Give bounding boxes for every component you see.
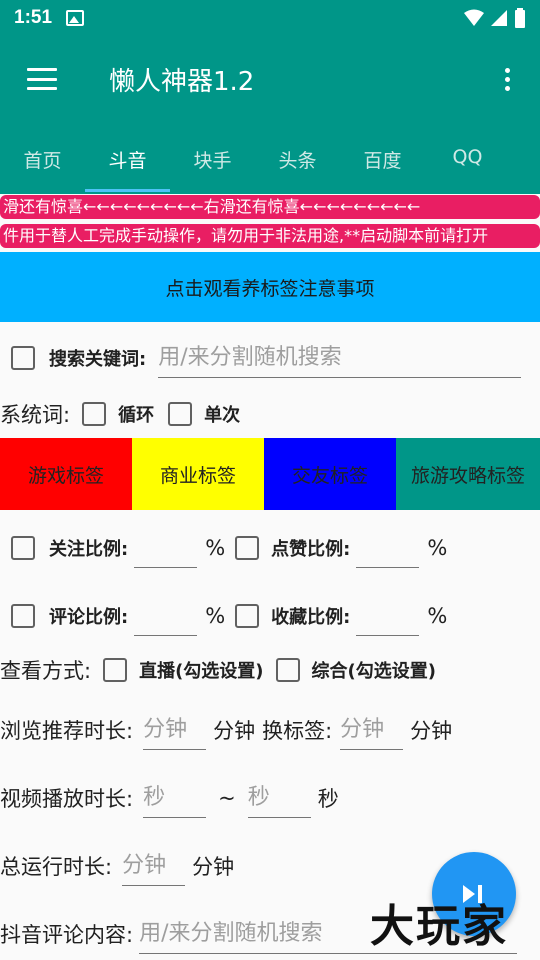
game-tag-button[interactable]: 游戏标签 — [0, 438, 132, 510]
total-duration-label: 总运行时长: — [0, 855, 113, 879]
system-words-label: 系统词: — [0, 403, 71, 427]
battery-icon — [515, 8, 525, 28]
browse-duration-label: 浏览推荐时长: — [0, 719, 134, 743]
wifi-icon — [464, 9, 484, 26]
browse-duration-unit: 分钟 — [213, 719, 256, 743]
gallery-notification-icon — [66, 10, 85, 26]
video-duration-label: 视频播放时长: — [0, 787, 134, 811]
video-duration-row: 视频播放时长: ~ 秒 — [0, 776, 540, 820]
search-row: 搜索关键词: — [0, 336, 540, 380]
comment-content-label: 抖音评论内容: — [0, 923, 134, 947]
tab-lazy[interactable]: 懒 — [510, 122, 540, 194]
tab-home[interactable]: 首页 — [0, 122, 85, 194]
app-title: 懒人神器1.2 — [109, 66, 255, 97]
comment-ratio-label: 评论比例: — [49, 607, 129, 628]
tab-bar: 首页 斗音 块手 头条 百度 QQ 懒 — [0, 122, 540, 194]
search-label: 搜索关键词: — [49, 349, 147, 370]
tag-buttons: 游戏标签 商业标签 交友标签 旅游攻略标签 — [0, 438, 540, 510]
follow-ratio-unit: % — [205, 536, 226, 560]
dating-tag-button[interactable]: 交友标签 — [264, 438, 396, 510]
video-max-input[interactable] — [247, 778, 311, 818]
follow-ratio-input[interactable] — [134, 528, 198, 568]
like-ratio-unit: % — [427, 536, 448, 560]
live-label: 直播(勾选设置) — [139, 661, 264, 682]
notice-button[interactable]: 点击观看养标签注意事项 — [0, 252, 540, 322]
cellular-signal-icon — [491, 10, 507, 26]
tab-baidu[interactable]: 百度 — [340, 122, 425, 194]
video-min-input[interactable] — [143, 778, 207, 818]
like-ratio-label: 点赞比例: — [271, 539, 351, 560]
system-words-row: 系统词: 循环 单次 — [0, 396, 540, 432]
follow-like-row: 关注比例: % 点赞比例: % — [0, 526, 540, 570]
video-range-separator: ~ — [218, 786, 236, 810]
browse-duration-row: 浏览推荐时长: 分钟 换标签: 分钟 — [0, 708, 540, 752]
switch-tag-unit: 分钟 — [410, 719, 453, 743]
mixed-label: 综合(勾选设置) — [311, 661, 436, 682]
tab-kuaishou[interactable]: 块手 — [170, 122, 255, 194]
live-checkbox[interactable] — [103, 658, 128, 682]
single-checkbox[interactable] — [168, 402, 193, 426]
tab-qq[interactable]: QQ — [425, 122, 510, 194]
search-input[interactable] — [158, 338, 522, 378]
status-time: 1:51 — [14, 7, 53, 28]
like-ratio-input[interactable] — [356, 528, 420, 568]
loop-label: 循环 — [118, 405, 155, 426]
watermark-logo: 大玩家 — [370, 901, 508, 952]
single-label: 单次 — [204, 405, 241, 426]
travel-tag-button[interactable]: 旅游攻略标签 — [396, 438, 540, 510]
like-ratio-checkbox[interactable] — [235, 536, 260, 560]
total-duration-unit: 分钟 — [192, 855, 235, 879]
comment-ratio-checkbox[interactable] — [11, 604, 35, 628]
app-bar: 懒人神器1.2 — [0, 36, 540, 122]
menu-icon[interactable] — [27, 68, 57, 90]
favorite-ratio-label: 收藏比例: — [271, 607, 351, 628]
comment-ratio-unit: % — [205, 604, 226, 628]
favorite-ratio-unit: % — [427, 604, 448, 628]
view-mode-row: 查看方式: 直播(勾选设置) 综合(勾选设置) — [0, 652, 540, 688]
view-mode-label: 查看方式: — [0, 659, 92, 683]
favorite-ratio-checkbox[interactable] — [235, 604, 260, 628]
more-options-icon[interactable] — [505, 67, 510, 91]
marquee-hint: 滑还有惊喜←←←←←←←←←右滑还有惊喜←←←←←←←←← — [0, 195, 540, 219]
follow-ratio-checkbox[interactable] — [11, 536, 35, 560]
status-bar: 1:51 — [0, 0, 540, 36]
follow-ratio-label: 关注比例: — [49, 539, 129, 560]
browse-duration-input[interactable] — [143, 710, 207, 750]
comment-ratio-input[interactable] — [134, 596, 198, 636]
video-duration-unit: 秒 — [317, 787, 339, 811]
switch-tag-input[interactable] — [340, 710, 404, 750]
mixed-checkbox[interactable] — [275, 658, 300, 682]
loop-checkbox[interactable] — [82, 402, 107, 426]
favorite-ratio-input[interactable] — [356, 596, 420, 636]
search-checkbox[interactable] — [11, 346, 35, 370]
switch-tag-label: 换标签: — [262, 719, 333, 743]
tab-toutiao[interactable]: 头条 — [255, 122, 340, 194]
marquee-disclaimer: 件用于替人工完成手动操作，请勿用于非法用途,**启动脚本前请打开 — [0, 224, 540, 248]
business-tag-button[interactable]: 商业标签 — [132, 438, 264, 510]
comment-favorite-row: 评论比例: % 收藏比例: % — [0, 594, 540, 638]
tab-douyin[interactable]: 斗音 — [85, 122, 170, 194]
total-duration-input[interactable] — [122, 846, 186, 886]
